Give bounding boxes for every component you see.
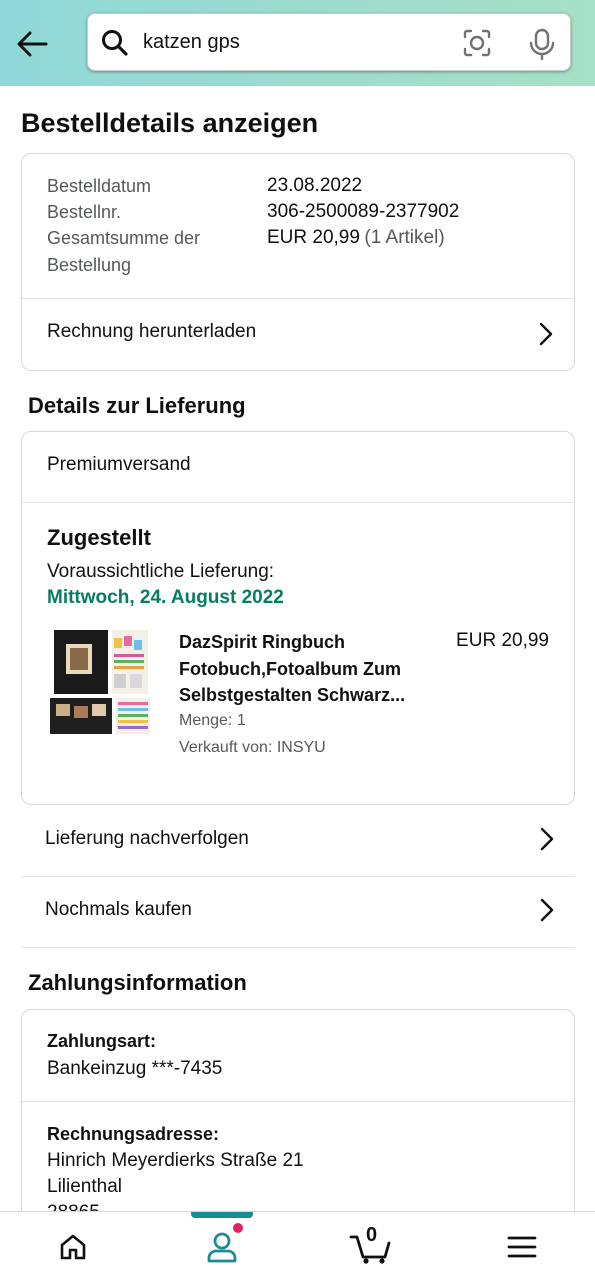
order-number-label: Bestellnr. xyxy=(47,202,122,222)
home-icon xyxy=(60,1234,86,1259)
expected-delivery-date: Mittwoch, 24. August 2022 xyxy=(47,587,284,608)
arrow-left-icon xyxy=(17,31,48,57)
order-number-value: 306-2500089-2377902 xyxy=(267,201,460,222)
photo-album-icon xyxy=(50,630,150,734)
delivery-status: Zugestellt xyxy=(47,525,151,550)
order-item-count: (1 Artikel) xyxy=(364,227,445,248)
back-button[interactable] xyxy=(14,26,50,62)
order-date-value: 23.08.2022 xyxy=(267,175,363,196)
top-bar: katzen gps xyxy=(0,0,595,86)
product-title-line-1: DazSpirit Ringbuch xyxy=(179,632,345,652)
payment-heading: Zahlungsinformation xyxy=(28,970,247,995)
billing-address-line-1: Hinrich Meyerdierks Straße 21 xyxy=(47,1150,304,1171)
download-invoice-link[interactable]: Rechnung herunterladen xyxy=(22,299,574,371)
product-quantity: Menge: 1 xyxy=(179,712,246,729)
product-title[interactable]: DazSpirit Ringbuch Fotobuch,Fotoalbum Zu… xyxy=(179,629,405,709)
product-price: EUR 20,99 xyxy=(456,630,549,651)
payment-method-value: Bankeinzug ***-7435 xyxy=(47,1058,223,1079)
bottom-navigation: 0 xyxy=(0,1211,595,1281)
delivery-heading: Details zur Lieferung xyxy=(28,393,246,418)
order-total-label-2: Bestellung xyxy=(47,255,132,275)
user-icon xyxy=(207,1232,237,1262)
payment-method-label: Zahlungsart: xyxy=(47,1031,157,1051)
billing-address-line-2: Lilienthal xyxy=(47,1176,122,1197)
track-delivery-label: Lieferung nachverfolgen xyxy=(45,828,249,849)
page-title: Bestelldetails anzeigen xyxy=(21,108,319,138)
menu-icon xyxy=(507,1236,537,1257)
order-date-label: Bestelldatum xyxy=(47,176,152,196)
search-icon xyxy=(102,30,128,56)
divider xyxy=(21,947,575,948)
nav-menu[interactable] xyxy=(491,1212,553,1281)
nav-home[interactable] xyxy=(42,1212,104,1281)
order-total-value: EUR 20,99 xyxy=(267,227,360,248)
cart: 0 xyxy=(349,1224,393,1265)
buy-again-link[interactable]: Nochmals kaufen xyxy=(21,877,575,947)
download-invoice-label: Rechnung herunterladen xyxy=(47,321,257,342)
product-seller: Verkauft von: INSYU xyxy=(179,739,326,756)
order-total-label: Gesamtsumme der xyxy=(47,228,201,248)
payment-card: Zahlungsart: Bankeinzug ***-7435 Rechnun… xyxy=(21,1009,575,1239)
product-image[interactable] xyxy=(48,628,154,738)
delivery-card: Premiumversand Zugestellt Voraussichtlic… xyxy=(21,431,575,805)
cart-count: 0 xyxy=(366,1223,378,1246)
notification-badge xyxy=(233,1223,243,1233)
divider xyxy=(22,1101,574,1102)
order-summary-card: Bestelldatum 23.08.2022 Bestellnr. 306-2… xyxy=(21,153,575,371)
shipping-method: Premiumversand xyxy=(47,454,191,475)
camera-scan-icon[interactable] xyxy=(462,28,492,58)
track-delivery-link[interactable]: Lieferung nachverfolgen xyxy=(21,806,575,876)
product-title-line-2: Fotobuch,Fotoalbum Zum xyxy=(179,658,401,679)
chevron-right-icon xyxy=(540,827,554,851)
search-field[interactable]: katzen gps xyxy=(87,13,571,71)
search-input[interactable]: katzen gps xyxy=(143,31,240,54)
chevron-right-icon xyxy=(540,898,554,922)
chevron-right-icon xyxy=(539,322,553,346)
billing-address-label: Rechnungsadresse: xyxy=(47,1124,220,1144)
buy-again-label: Nochmals kaufen xyxy=(45,899,192,920)
divider xyxy=(22,502,574,503)
nav-cart[interactable]: 0 xyxy=(340,1212,402,1281)
nav-account[interactable] xyxy=(191,1212,253,1281)
microphone-icon[interactable] xyxy=(528,28,556,60)
order-total: EUR 20,99 (1 Artikel) xyxy=(267,227,445,249)
expected-delivery-label: Voraussichtliche Lieferung: xyxy=(47,561,275,582)
product-title-line-3: Selbstgestalten Schwarz... xyxy=(179,685,406,705)
